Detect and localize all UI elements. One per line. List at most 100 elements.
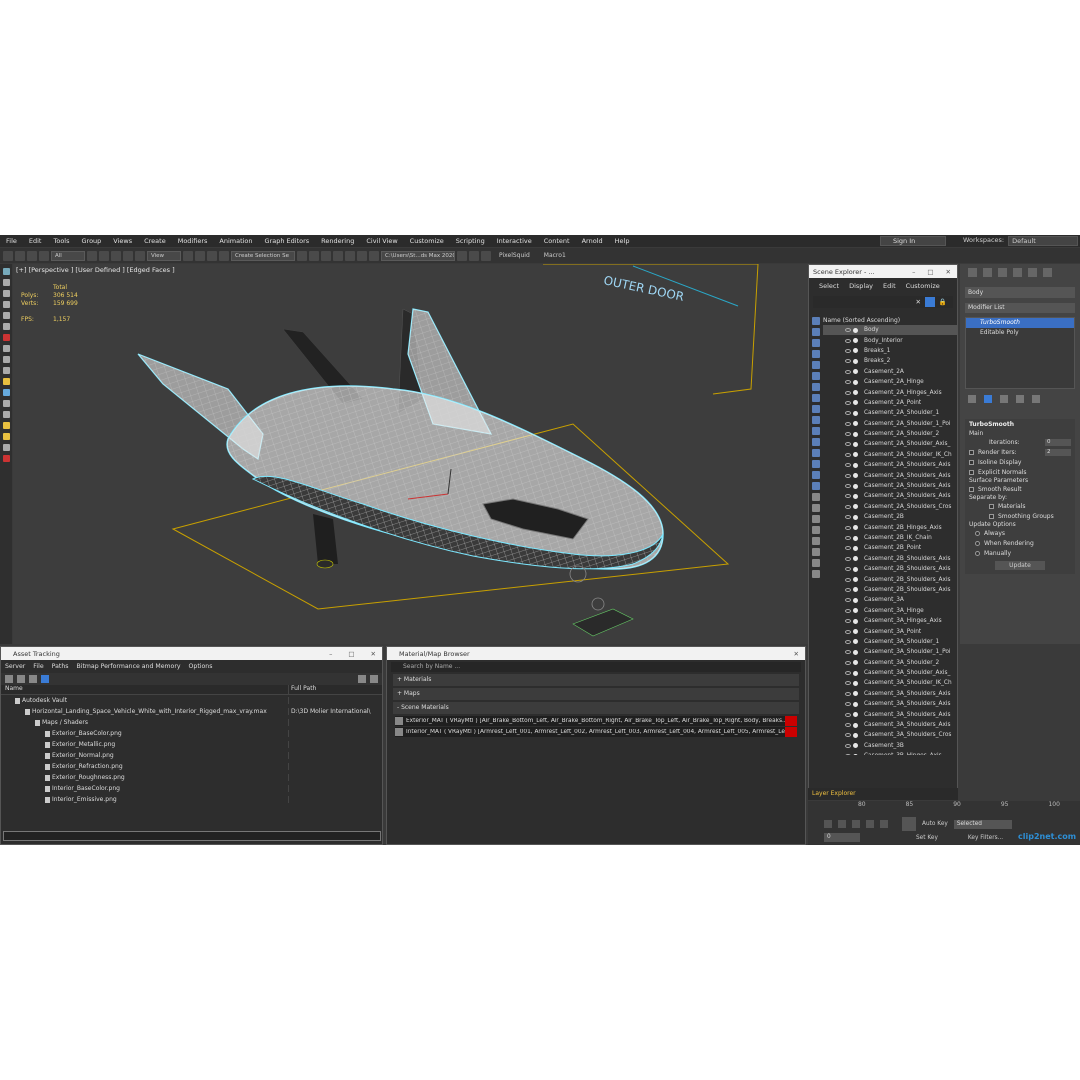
minimize-icon[interactable]: – xyxy=(912,268,915,276)
project-path-dropdown[interactable]: C:\Users\St...ds Max 2020 xyxy=(381,250,455,261)
freeze-icon[interactable] xyxy=(853,431,858,437)
scene-explorer-item[interactable]: Casement_2B_Shoulders_Axis xyxy=(823,574,957,584)
visibility-eye-icon[interactable] xyxy=(845,432,851,437)
create-tool-icon[interactable] xyxy=(2,444,10,451)
create-tool-icon[interactable] xyxy=(2,268,10,275)
menu-file[interactable]: File xyxy=(0,237,23,245)
asset-menu-server[interactable]: Server xyxy=(5,663,25,670)
scene-explorer-menu-display[interactable]: Display xyxy=(849,282,873,290)
visibility-eye-icon[interactable] xyxy=(845,494,851,499)
scene-explorer-item[interactable]: Casement_2B_Shoulders_Axis xyxy=(823,554,957,564)
select-move-icon[interactable] xyxy=(111,250,121,261)
material-item-exterior[interactable]: Exterior_MAT ( VRayMtl ) [Air_Brake_Bott… xyxy=(395,716,797,726)
freeze-icon[interactable] xyxy=(853,649,858,655)
scene-materials-group[interactable]: - Scene Materials xyxy=(393,702,799,714)
scene-explorer-item[interactable]: Casement_3A_Shoulders_Axis xyxy=(823,720,957,730)
smooth-result-checkbox[interactable] xyxy=(969,486,974,492)
menu-civil-view[interactable]: Civil View xyxy=(360,237,403,245)
visibility-eye-icon[interactable] xyxy=(845,712,851,717)
display-filter-icon[interactable] xyxy=(812,350,820,358)
asset-row[interactable]: Maps / Shaders xyxy=(1,717,382,728)
freeze-icon[interactable] xyxy=(853,639,858,645)
scene-explorer-item[interactable]: Casement_3A xyxy=(823,595,957,605)
layer-icon[interactable] xyxy=(321,250,331,261)
create-tool-icon[interactable] xyxy=(2,279,10,286)
scene-explorer-item[interactable]: Casement_2A_Shoulder_1 xyxy=(823,408,957,418)
menu-views[interactable]: Views xyxy=(107,237,138,245)
create-tool-icon[interactable] xyxy=(2,334,10,341)
scene-explorer-item[interactable]: Casement_2B xyxy=(823,512,957,522)
lock-icon[interactable]: 🔒 xyxy=(939,298,953,306)
align-icon[interactable] xyxy=(309,250,319,261)
viewport-scene[interactable]: OUTER DOOR xyxy=(13,264,808,644)
options-icon[interactable] xyxy=(370,675,378,683)
freeze-icon[interactable] xyxy=(853,587,858,593)
menu-graph-editors[interactable]: Graph Editors xyxy=(259,237,316,245)
select-object-icon[interactable] xyxy=(87,250,97,261)
freeze-icon[interactable] xyxy=(853,701,858,707)
visibility-eye-icon[interactable] xyxy=(845,338,851,343)
visibility-eye-icon[interactable] xyxy=(845,359,851,364)
display-filter-icon[interactable] xyxy=(812,482,820,490)
when-rendering-radio[interactable] xyxy=(975,540,980,546)
display-filter-icon[interactable] xyxy=(812,383,820,391)
create-tool-icon[interactable] xyxy=(2,378,10,385)
undo-icon[interactable] xyxy=(3,250,13,261)
visibility-eye-icon[interactable] xyxy=(845,671,851,676)
visibility-eye-icon[interactable] xyxy=(845,484,851,489)
create-tool-icon[interactable] xyxy=(2,356,10,363)
menu-customize[interactable]: Customize xyxy=(404,237,450,245)
create-tool-icon[interactable] xyxy=(2,367,10,374)
display-filter-icon[interactable] xyxy=(812,372,820,380)
auto-key-button[interactable]: Auto Key xyxy=(922,821,948,827)
visibility-eye-icon[interactable] xyxy=(845,660,851,665)
create-tool-icon[interactable] xyxy=(2,323,10,330)
scene-explorer-item[interactable]: Casement_3A_Shoulder_1 xyxy=(823,637,957,647)
asset-menu-bitmap-performance-and-memory[interactable]: Bitmap Performance and Memory xyxy=(76,663,180,670)
next-frame-icon[interactable] xyxy=(866,820,874,828)
visibility-eye-icon[interactable] xyxy=(845,608,851,613)
current-frame-field[interactable]: 0 xyxy=(824,833,860,842)
display-filter-icon[interactable] xyxy=(812,537,820,545)
menu-animation[interactable]: Animation xyxy=(213,237,258,245)
freeze-icon[interactable] xyxy=(853,743,858,749)
visibility-eye-icon[interactable] xyxy=(845,390,851,395)
key-selection-dropdown[interactable]: Selected xyxy=(953,819,1012,829)
display-filter-icon[interactable] xyxy=(812,416,820,424)
asset-row[interactable]: Exterior_Roughness.png xyxy=(1,772,382,783)
create-tool-icon[interactable] xyxy=(2,411,10,418)
menu-scripting[interactable]: Scripting xyxy=(450,237,491,245)
scene-explorer-menu-customize[interactable]: Customize xyxy=(906,282,940,290)
scene-explorer-item[interactable]: Casement_2A_Shoulders_Cros xyxy=(823,502,957,512)
render-icon[interactable] xyxy=(369,250,379,261)
create-tool-icon[interactable] xyxy=(2,290,10,297)
visibility-eye-icon[interactable] xyxy=(845,504,851,509)
redo-icon[interactable] xyxy=(15,250,25,261)
pin-stack-icon[interactable] xyxy=(968,395,976,403)
scene-explorer-item[interactable]: Casement_2B_Hinges_Axis xyxy=(823,522,957,532)
list-view-icon[interactable] xyxy=(29,675,37,683)
freeze-icon[interactable] xyxy=(853,462,858,468)
material-browser-titlebar[interactable]: Material/Map Browser ✕ xyxy=(387,647,805,660)
freeze-icon[interactable] xyxy=(853,493,858,499)
display-filter-icon[interactable] xyxy=(812,449,820,457)
pivot-icon[interactable] xyxy=(183,250,193,261)
visibility-eye-icon[interactable] xyxy=(845,743,851,748)
scene-explorer-item[interactable]: Breaks_2 xyxy=(823,356,957,366)
visibility-eye-icon[interactable] xyxy=(845,380,851,385)
menu-rendering[interactable]: Rendering xyxy=(315,237,360,245)
time-ruler[interactable]: 80 85 90 95 100 xyxy=(808,801,1080,811)
scene-explorer-item[interactable]: Casement_2A_Hinge xyxy=(823,377,957,387)
iterations-spinner[interactable]: 0 xyxy=(1045,438,1071,446)
scene-explorer-item[interactable]: Casement_2A_Shoulders_Axis xyxy=(823,460,957,470)
visibility-eye-icon[interactable] xyxy=(845,546,851,551)
perspective-viewport[interactable]: OUTER DOOR [+] [Perspective ] [User Defi… xyxy=(13,264,808,644)
freeze-icon[interactable] xyxy=(853,358,858,364)
modify-tab-icon[interactable] xyxy=(983,268,992,277)
visibility-eye-icon[interactable] xyxy=(845,577,851,582)
table-view-icon[interactable] xyxy=(41,675,49,683)
smoothing-groups-checkbox[interactable] xyxy=(989,513,994,519)
menu-tools[interactable]: Tools xyxy=(47,237,75,245)
freeze-icon[interactable] xyxy=(853,338,858,344)
scene-explorer-item[interactable]: Casement_2A_Shoulder_IK_Ch xyxy=(823,450,957,460)
